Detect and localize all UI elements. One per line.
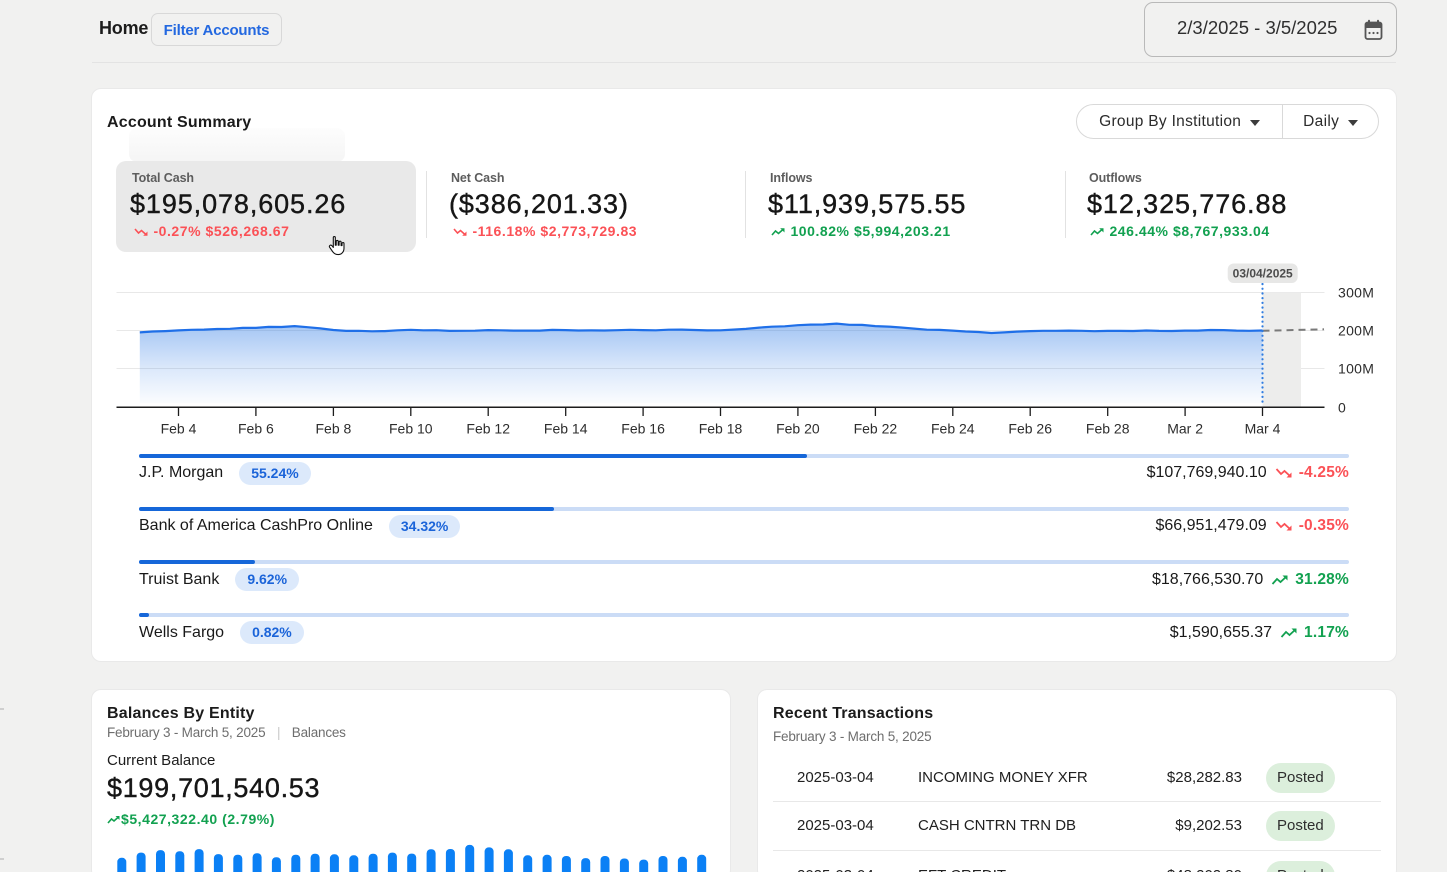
svg-text:Feb 24: Feb 24 <box>931 421 975 437</box>
svg-text:Mar 2: Mar 2 <box>1167 421 1203 437</box>
svg-text:Feb 26: Feb 26 <box>1008 421 1052 437</box>
svg-text:Feb 22: Feb 22 <box>854 421 898 437</box>
svg-text:Feb 4: Feb 4 <box>161 421 197 437</box>
svg-text:Feb 12: Feb 12 <box>466 421 510 437</box>
svg-text:200M: 200M <box>1338 323 1374 339</box>
svg-text:Feb 16: Feb 16 <box>621 421 665 437</box>
svg-text:Mar 4: Mar 4 <box>1245 421 1281 437</box>
svg-text:Feb 10: Feb 10 <box>389 421 433 437</box>
svg-text:300M: 300M <box>1338 285 1374 301</box>
svg-text:Feb 14: Feb 14 <box>544 421 588 437</box>
svg-text:100M: 100M <box>1338 361 1374 377</box>
svg-text:Feb 28: Feb 28 <box>1086 421 1130 437</box>
svg-text:Feb 20: Feb 20 <box>776 421 820 437</box>
svg-text:Feb 6: Feb 6 <box>238 421 274 437</box>
svg-text:03/04/2025: 03/04/2025 <box>1233 267 1293 281</box>
svg-text:Feb 8: Feb 8 <box>315 421 351 437</box>
svg-text:0: 0 <box>1338 399 1346 415</box>
svg-text:Feb 18: Feb 18 <box>699 421 743 437</box>
